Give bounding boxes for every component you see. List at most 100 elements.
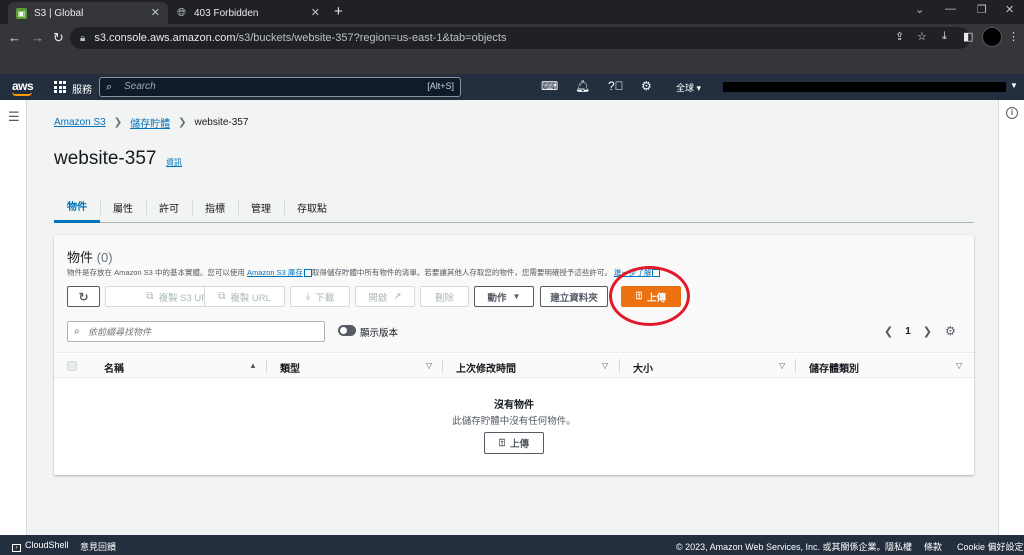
- globe-icon: 🌐︎: [177, 6, 186, 19]
- tab-management[interactable]: 管理: [238, 191, 284, 223]
- bucket-tabs: 物件 屬性 許可 指標 管理 存取點: [54, 191, 974, 223]
- page-title: website-357: [54, 148, 157, 169]
- create-folder-button[interactable]: 建立資料夾: [540, 286, 608, 307]
- aws-logo[interactable]: aws: [12, 79, 34, 96]
- close-tab-icon[interactable]: ✕: [311, 6, 320, 19]
- reload-icon[interactable]: ↻: [53, 30, 64, 46]
- new-tab-icon[interactable]: +: [334, 3, 343, 20]
- caret-down-icon: ▼: [512, 292, 521, 301]
- search-placeholder: Search: [124, 81, 156, 92]
- sort-icon[interactable]: ▽: [426, 361, 432, 370]
- browser-tab-title: S3 | Global: [34, 7, 84, 19]
- restore-window-icon[interactable]: ❐: [977, 3, 987, 16]
- left-nav-collapsed: ☰: [0, 100, 27, 535]
- profile-avatar[interactable]: [982, 27, 1002, 47]
- forward-icon[interactable]: →: [31, 30, 44, 45]
- s3-favicon-icon: ▣: [16, 7, 27, 19]
- sort-icon[interactable]: ▽: [779, 361, 785, 370]
- empty-state-desc: 此儲存貯體中沒有任何物件。: [452, 416, 576, 427]
- prefix-search-input[interactable]: [88, 325, 318, 339]
- copy-url-button[interactable]: ⧉ 複製 URL: [204, 286, 285, 307]
- info-link[interactable]: 資訊: [166, 157, 182, 168]
- sort-asc-icon[interactable]: ▲: [249, 361, 257, 370]
- account-caret-icon[interactable]: ▼: [1010, 81, 1018, 90]
- tab-search-chevron-icon[interactable]: ⌄: [915, 3, 924, 16]
- col-storage-class[interactable]: 儲存體類別: [809, 360, 859, 375]
- tab-metrics[interactable]: 指標: [192, 191, 238, 223]
- sidepanel-icon[interactable]: ◧: [963, 30, 973, 43]
- external-link-icon: ↗: [393, 291, 402, 302]
- feedback-link[interactable]: 意見回饋: [80, 540, 116, 553]
- table-header: 名稱 ▲ 類型 ▽ 上次修改時間 ▽ 大小 ▽ 儲存體類別 ▽: [54, 354, 974, 378]
- close-window-icon[interactable]: ✕: [1005, 3, 1014, 16]
- breadcrumb-current: website-357: [194, 117, 249, 128]
- address-bar[interactable]: 🔒︎ s3.console.aws.amazon.com/s3/buckets/…: [70, 27, 970, 49]
- download-button[interactable]: ⤓ 下載: [290, 286, 350, 307]
- services-menu[interactable]: 服務: [72, 81, 92, 96]
- settings-gear-icon[interactable]: ⚙: [641, 79, 652, 93]
- page-number[interactable]: 1: [905, 326, 911, 337]
- table-settings-gear-icon[interactable]: ⚙: [945, 324, 956, 338]
- copyright-text: © 2023, Amazon Web Services, Inc. 或其關係企業…: [676, 542, 886, 552]
- browser-menu-icon[interactable]: ⋮: [1008, 30, 1019, 43]
- objects-panel: 物件 (0) 物件是存放在 Amazon S3 中的基本實體。您可以使用 Ama…: [54, 235, 974, 475]
- prev-page-icon[interactable]: ❮: [884, 325, 893, 338]
- info-icon[interactable]: i: [1006, 107, 1018, 119]
- cloudshell-link[interactable]: › CloudShell: [12, 540, 69, 552]
- hamburger-menu-icon[interactable]: ☰: [8, 109, 20, 125]
- search-icon: ⌕: [74, 326, 80, 337]
- minimize-window-icon[interactable]: —: [945, 3, 956, 15]
- sort-icon[interactable]: ▽: [602, 361, 608, 370]
- url-text: s3.console.aws.amazon.com/s3/buckets/web…: [94, 32, 507, 44]
- objects-title: 物件 (0): [67, 250, 113, 265]
- back-icon[interactable]: ←: [8, 30, 21, 45]
- tab-access-points[interactable]: 存取點: [284, 191, 340, 223]
- cookie-preferences-link[interactable]: Cookie 偏好設定: [957, 540, 1024, 553]
- col-size[interactable]: 大小: [633, 360, 653, 375]
- cloudshell-icon[interactable]: ⌨︎: [541, 79, 558, 93]
- breadcrumb-amazon-s3[interactable]: Amazon S3: [54, 117, 106, 128]
- refresh-icon: ↻: [78, 289, 89, 304]
- tab-permissions[interactable]: 許可: [146, 191, 192, 223]
- bookmark-star-icon[interactable]: ☆: [917, 30, 927, 43]
- next-page-icon[interactable]: ❯: [923, 325, 932, 338]
- show-versions-label: 顯示版本: [360, 328, 399, 339]
- browser-tab-bar: ▣ S3 | Global ✕ 🌐︎ 403 Forbidden ✕ + ⌄ —…: [0, 0, 1024, 24]
- delete-button[interactable]: 刪除: [420, 286, 469, 307]
- breadcrumb-buckets[interactable]: 儲存貯體: [130, 115, 170, 130]
- search-shortcut: [Alt+S]: [427, 81, 454, 91]
- share-icon[interactable]: ⇪: [895, 30, 904, 43]
- browser-tab-s3[interactable]: ▣ S3 | Global ✕: [8, 2, 168, 24]
- tab-objects[interactable]: 物件: [54, 191, 100, 223]
- open-button[interactable]: 開啟 ↗: [355, 286, 415, 307]
- close-tab-icon[interactable]: ✕: [151, 6, 160, 19]
- account-menu-redacted[interactable]: [723, 82, 1006, 92]
- sort-icon[interactable]: ▽: [956, 361, 962, 370]
- upload-icon: ⍐: [498, 437, 505, 449]
- col-type[interactable]: 類型: [280, 360, 300, 375]
- refresh-button[interactable]: ↻: [67, 286, 100, 307]
- console-footer: › CloudShell 意見回饋 © 2023, Amazon Web Serv…: [0, 535, 1024, 555]
- aws-search-input[interactable]: ⌕ Search [Alt+S]: [99, 77, 461, 97]
- services-grid-icon[interactable]: [54, 81, 66, 93]
- col-name[interactable]: 名稱: [104, 360, 124, 375]
- inventory-link[interactable]: Amazon S3 庫存: [247, 268, 303, 277]
- privacy-link[interactable]: 隱私權: [885, 540, 912, 553]
- region-selector[interactable]: 全球 ▾: [676, 81, 701, 94]
- select-all-checkbox[interactable]: [67, 361, 77, 371]
- empty-upload-button[interactable]: ⍐ 上傳: [484, 432, 544, 454]
- browser-tab-403[interactable]: 🌐︎ 403 Forbidden ✕: [168, 2, 328, 24]
- help-icon[interactable]: ?⃝: [608, 79, 624, 93]
- empty-state-title: 沒有物件: [494, 400, 534, 411]
- download-icon[interactable]: ⤓: [942, 30, 947, 43]
- notifications-bell-icon[interactable]: 🔔︎: [575, 79, 590, 93]
- search-icon: ⌕: [106, 81, 113, 93]
- terms-link[interactable]: 條款: [924, 540, 942, 553]
- actions-dropdown[interactable]: 動作 ▼: [474, 286, 534, 307]
- aws-top-nav: aws 服務 ⌕ Search [Alt+S] ⌨︎ 🔔︎ ?⃝ ⚙ 全球 ▾ …: [0, 74, 1024, 100]
- show-versions-toggle[interactable]: [338, 325, 356, 336]
- download-icon: ⤓: [305, 291, 311, 302]
- col-last-modified[interactable]: 上次修改時間: [456, 360, 516, 375]
- tab-properties[interactable]: 屬性: [100, 191, 146, 223]
- lock-icon: 🔒︎: [80, 32, 86, 44]
